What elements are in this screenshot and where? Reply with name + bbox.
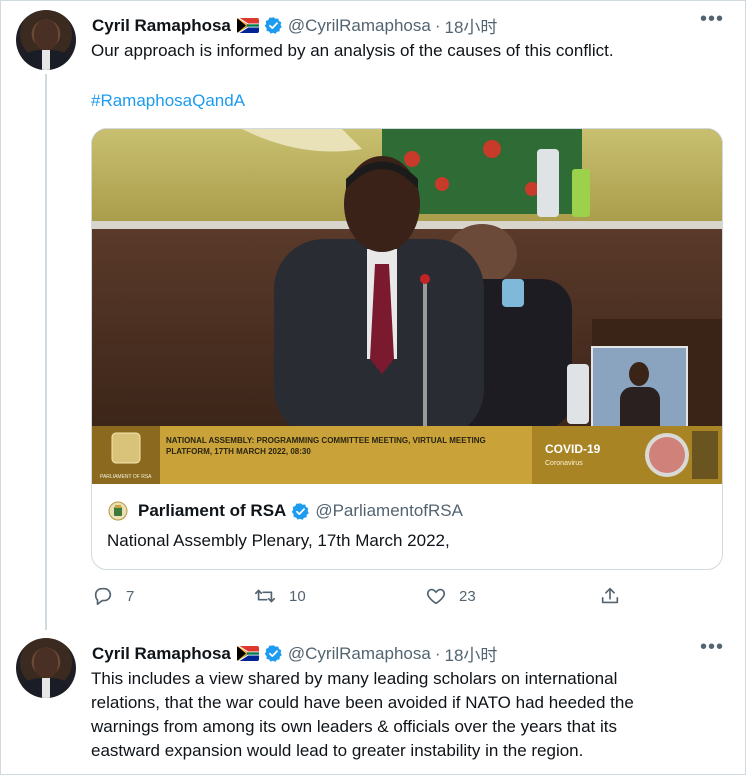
tweet-header: Cyril Ramaphosa @CyrilRamaphosa · 18小时 (92, 641, 497, 666)
tweet-header: Cyril Ramaphosa @CyrilRamaphosa · 18小时 (92, 13, 497, 38)
tweet-text-line: relations, that the war could have been … (91, 693, 634, 712)
verified-badge-icon (264, 644, 283, 663)
like-button[interactable]: 23 (425, 585, 476, 607)
south-africa-flag-icon (236, 646, 259, 661)
avatar[interactable] (16, 10, 76, 70)
retweet-count: 10 (289, 587, 306, 605)
video-logo-caption: PARLIAMENT OF RSA (100, 474, 152, 480)
reply-count: 7 (126, 587, 135, 605)
south-africa-flag-icon (236, 18, 259, 33)
author-name[interactable]: Cyril Ramaphosa (92, 16, 231, 36)
video-banner-title: NATIONAL ASSEMBLY: PROGRAMMING COMMITTEE… (166, 436, 486, 445)
like-count: 23 (459, 587, 476, 605)
video-covid-label: COVID-19 (545, 442, 601, 456)
heart-icon (426, 588, 446, 605)
quoted-tweet-header: Parliament of RSA @ParliamentofRSA (108, 501, 463, 521)
quoted-tweet-text: National Assembly Plenary, 17th March 20… (107, 531, 450, 550)
more-icon[interactable]: ••• (700, 636, 724, 659)
author-handle[interactable]: @CyrilRamaphosa (288, 644, 431, 664)
separator-dot: · (434, 15, 441, 35)
tweet-text-line: eastward expansion would lead to greater… (91, 741, 584, 760)
tweet-text-line: This includes a view shared by many lead… (91, 669, 618, 688)
separator-dot: · (434, 643, 441, 663)
timestamp[interactable]: 18小时 (444, 641, 497, 666)
more-icon[interactable]: ••• (700, 8, 724, 31)
video-scene: PARLIAMENT OF RSA NATIONAL ASSEMBLY: PRO… (92, 129, 722, 484)
reply-button[interactable]: 7 (92, 585, 134, 607)
thread-connector (45, 74, 47, 630)
hashtag-link[interactable]: #RamaphosaQandA (91, 91, 245, 111)
video-thumbnail[interactable]: PARLIAMENT OF RSA NATIONAL ASSEMBLY: PRO… (92, 129, 722, 484)
timestamp[interactable]: 18小时 (444, 13, 497, 38)
author-name[interactable]: Cyril Ramaphosa (92, 644, 231, 664)
verified-badge-icon (264, 16, 283, 35)
share-button[interactable] (599, 585, 633, 607)
video-covid-sublabel: Coronavirus (545, 460, 583, 467)
author-handle[interactable]: @CyrilRamaphosa (288, 16, 431, 36)
verified-badge-icon (291, 502, 310, 521)
tweet-text-line: warnings from among its own leaders & of… (91, 717, 617, 736)
quoted-author-name[interactable]: Parliament of RSA (138, 501, 286, 521)
quoted-tweet-card[interactable]: PARLIAMENT OF RSA NATIONAL ASSEMBLY: PRO… (91, 128, 723, 570)
reply-icon (94, 587, 112, 606)
tweet-text: Our approach is informed by an analysis … (91, 41, 614, 60)
video-banner-subtitle: PLATFORM, 17TH MARCH 2022, 08:30 (166, 447, 311, 456)
retweet-button[interactable]: 10 (253, 585, 306, 607)
tweet-text: This includes a view shared by many lead… (91, 667, 634, 763)
share-icon (601, 587, 619, 604)
retweet-icon (255, 589, 275, 603)
parliament-logo-icon (108, 501, 128, 521)
quoted-author-handle[interactable]: @ParliamentofRSA (315, 501, 463, 521)
avatar[interactable] (16, 638, 76, 698)
